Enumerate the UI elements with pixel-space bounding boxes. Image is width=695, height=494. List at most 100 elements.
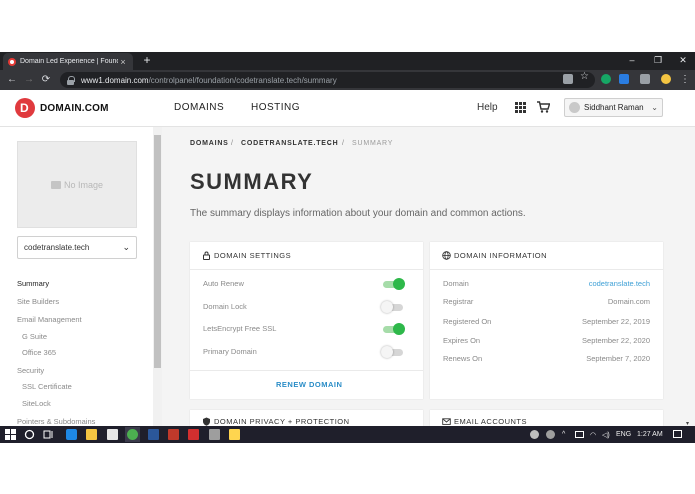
info-registered-value: September 22, 2019 (582, 317, 650, 326)
sidebar-item-summary[interactable]: Summary (17, 279, 49, 288)
tab-close-icon[interactable]: × (118, 57, 128, 67)
logo-text: DOMAIN.COM (40, 102, 109, 114)
sidebar-item-email-management[interactable]: Email Management (17, 315, 82, 324)
domain-select[interactable]: codetranslate.tech ⌄ (17, 236, 137, 259)
breadcrumb-domain[interactable]: CODETRANSLATE.TECH (241, 140, 339, 147)
lock-icon (66, 75, 75, 85)
letsencrypt-ssl-label: LetsEncrypt Free SSL (203, 324, 277, 333)
sidebar-item-sitelock[interactable]: SiteLock (22, 399, 51, 408)
info-domain-label: Domain (443, 279, 469, 288)
file-explorer-icon[interactable] (86, 429, 97, 440)
lock-icon (203, 251, 210, 260)
renew-domain-button[interactable]: RENEW DOMAIN (276, 380, 342, 389)
breadcrumb-separator: / (342, 140, 344, 147)
browser-menu-icon[interactable]: ⋮ (678, 70, 692, 90)
app-icon[interactable] (168, 429, 179, 440)
letsencrypt-ssl-toggle[interactable] (383, 323, 405, 335)
forward-arrow-icon[interactable]: → (22, 70, 36, 90)
help-link[interactable]: Help (477, 102, 498, 113)
store-icon[interactable] (107, 429, 118, 440)
bookmark-star-icon[interactable]: ☆ (580, 71, 589, 82)
wifi-icon[interactable]: ◠ (590, 431, 596, 439)
battery-icon[interactable] (575, 431, 584, 438)
avatar (569, 102, 580, 113)
cart-icon[interactable] (537, 101, 550, 113)
blank-area (0, 443, 695, 494)
sidebar-item-office-365[interactable]: Office 365 (22, 348, 56, 357)
people-icon[interactable] (530, 430, 539, 439)
primary-domain-toggle[interactable] (381, 346, 403, 358)
windows-start-icon[interactable] (5, 429, 16, 440)
nav-domains[interactable]: DOMAINS (174, 102, 224, 113)
domain-privacy-title: DOMAIN PRIVACY + PROTECTION (214, 417, 350, 426)
extension-grammarly-icon[interactable] (601, 74, 611, 84)
taskbar-clock[interactable]: 1:27 AM (637, 431, 663, 438)
volume-icon[interactable]: ◁) (602, 431, 610, 439)
tray-overflow-icon[interactable]: ^ (562, 431, 565, 438)
site-settings-icon[interactable] (563, 74, 573, 84)
domain-settings-title: DOMAIN SETTINGS (214, 251, 292, 260)
chevron-down-icon: ⌄ (122, 242, 130, 252)
window-minimize-button[interactable]: – (622, 52, 642, 70)
language-indicator[interactable]: ENG (616, 431, 631, 438)
url-host: www1.domain.com (81, 75, 149, 85)
search-icon[interactable] (24, 429, 35, 440)
user-name: Siddhant Raman (584, 103, 644, 112)
window-close-button[interactable]: ✕ (673, 52, 693, 70)
page-subtitle: The summary displays information about y… (190, 208, 526, 219)
domain-logo-icon (15, 98, 35, 118)
site-favicon-icon (8, 57, 16, 66)
domain-privacy-header: DOMAIN PRIVACY + PROTECTION (190, 410, 423, 426)
nav-hosting[interactable]: HOSTING (251, 102, 300, 113)
word-icon[interactable] (148, 429, 159, 440)
profile-avatar-icon[interactable] (661, 74, 671, 84)
browser-tab[interactable]: Domain Led Experience | Foundation × (3, 53, 133, 70)
tray-app-icon[interactable] (546, 430, 555, 439)
info-registrar-value: Domain.com (607, 297, 650, 306)
notes-icon[interactable] (229, 429, 240, 440)
domain-select-value: codetranslate.tech (24, 243, 90, 252)
no-image-label: No Image (63, 179, 104, 190)
app-icon[interactable] (209, 429, 220, 440)
apps-grid-icon[interactable] (515, 102, 526, 113)
breadcrumb-separator: / (231, 140, 233, 147)
info-renews-value: September 7, 2020 (586, 354, 650, 363)
card-divider (190, 370, 423, 371)
sidebar-item-pointers-subdomains[interactable]: Pointers & Subdomains (17, 417, 95, 426)
notifications-icon[interactable] (673, 430, 682, 438)
domain-settings-card: DOMAIN SETTINGS (190, 242, 423, 399)
sidebar-scrollbar[interactable] (153, 127, 162, 426)
address-bar[interactable]: www1.domain.com/controlpanel/foundation/… (60, 72, 595, 88)
back-arrow-icon[interactable]: ← (5, 70, 19, 90)
pdf-reader-icon[interactable] (188, 429, 199, 440)
extension-puzzle-icon[interactable] (640, 74, 650, 84)
reload-icon[interactable]: ⟳ (39, 70, 53, 90)
window-maximize-button[interactable]: ❐ (648, 52, 668, 70)
domain-lock-label: Domain Lock (203, 302, 247, 311)
breadcrumb-domains[interactable]: DOMAINS (190, 140, 229, 147)
scrollbar-thumb[interactable] (154, 135, 161, 368)
primary-domain-label: Primary Domain (203, 347, 257, 356)
domain-information-title: DOMAIN INFORMATION (454, 251, 548, 260)
breadcrumb-current: SUMMARY (352, 140, 394, 147)
email-accounts-title: EMAIL ACCOUNTS (454, 417, 527, 426)
globe-icon (442, 251, 451, 260)
sidebar-item-site-builders[interactable]: Site Builders (17, 297, 59, 306)
new-tab-button[interactable]: + (141, 52, 153, 70)
info-expires-value: September 22, 2020 (582, 336, 650, 345)
info-domain-value[interactable]: codetranslate.tech (520, 279, 650, 288)
chevron-down-icon[interactable]: ⌄ (326, 138, 333, 147)
info-expires-label: Expires On (443, 336, 481, 345)
extension-icon[interactable] (619, 74, 629, 84)
task-view-icon[interactable] (43, 429, 54, 440)
edge-browser-icon[interactable] (66, 429, 77, 440)
sidebar-item-g-suite[interactable]: G Suite (22, 332, 47, 341)
sidebar-item-ssl-certificate[interactable]: SSL Certificate (22, 382, 72, 391)
auto-renew-toggle[interactable] (383, 278, 405, 290)
user-menu-button[interactable]: Siddhant Raman ⌄ (564, 98, 663, 117)
domain-lock-toggle[interactable] (381, 301, 403, 313)
url-path: /controlpanel/foundation/codetranslate.t… (148, 75, 337, 85)
tab-title: Domain Led Experience | Foundation (20, 58, 118, 65)
sidebar-item-security[interactable]: Security (17, 366, 44, 375)
domain-logo[interactable]: DOMAIN.COM (15, 98, 109, 118)
